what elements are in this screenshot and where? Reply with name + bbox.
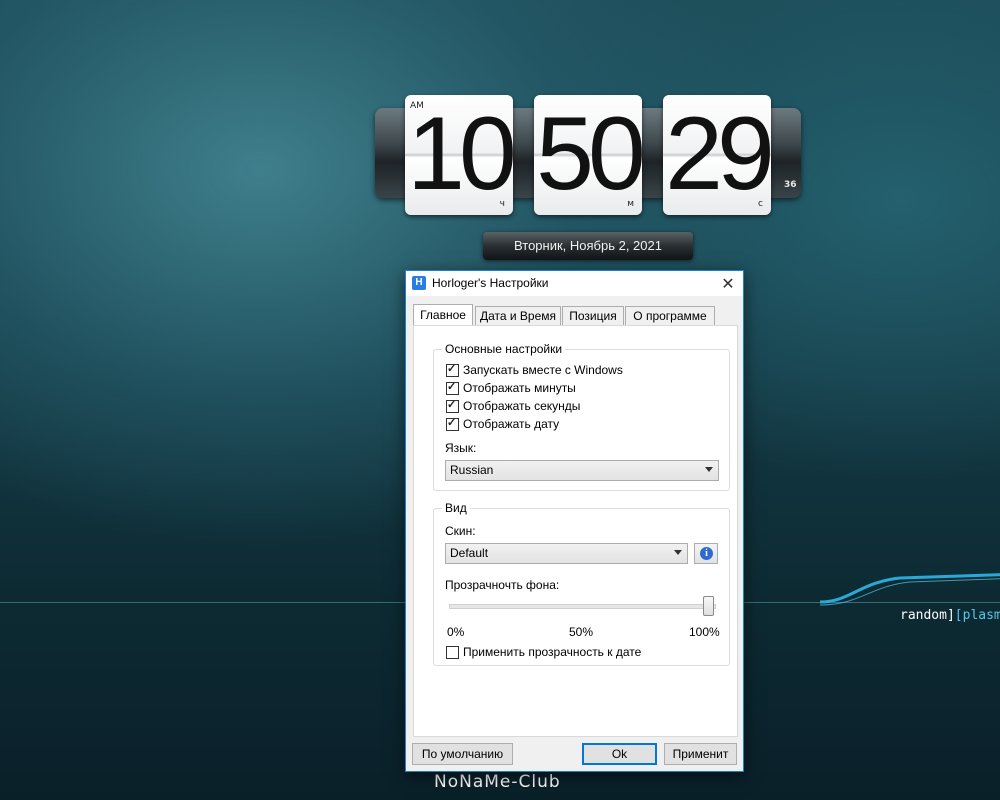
checkbox-label: Отображать секунды <box>463 399 581 413</box>
wallpaper-text: random][plasmid <box>900 608 1000 623</box>
dialog-title: Horloger's Настройки <box>432 276 549 290</box>
language-value: Russian <box>450 463 494 477</box>
settings-dialog: H Horloger's Настройки ✕ Главное Дата и … <box>405 270 744 772</box>
checkbox-label: Применить прозрачность к дате <box>463 645 642 659</box>
opacity-slider-thumb[interactable] <box>703 596 714 616</box>
close-button[interactable]: ✕ <box>713 271 743 296</box>
checkbox-box[interactable] <box>446 398 459 413</box>
chevron-down-icon <box>674 550 682 555</box>
skin-label: Скин: <box>445 524 476 538</box>
minutes-card: 50 м <box>534 95 642 215</box>
checkbox-label: Отображать дату <box>463 417 560 431</box>
skin-info-button[interactable]: i <box>694 543 718 564</box>
opacity-slider-track[interactable] <box>449 604 716 609</box>
minutes-unit: м <box>627 199 634 209</box>
language-select[interactable]: Russian <box>445 460 719 481</box>
tab-position[interactable]: Позиция <box>562 306 624 325</box>
scale-mid-label: 50% <box>569 625 594 639</box>
app-icon: H <box>412 276 426 290</box>
tab-date-time[interactable]: Дата и Время <box>475 306 561 325</box>
seconds-unit: с <box>758 199 763 209</box>
watermark: NoNaMe-Club <box>434 772 561 792</box>
checkbox-box[interactable] <box>446 646 459 659</box>
tab-panel-general: Основные настройки Запускать вместе с Wi… <box>413 325 738 737</box>
seconds-card: 29 с <box>663 95 771 215</box>
checkbox-label: Отображать минуты <box>463 381 576 395</box>
opacity-label: Прозрачночть фона: <box>445 578 560 592</box>
scale-max-label: 100% <box>689 625 720 639</box>
defaults-button[interactable]: По умолчанию <box>412 743 513 765</box>
wallpaper-swoosh <box>820 573 1000 606</box>
milliseconds-value: 36 <box>784 180 797 190</box>
hours-unit: ч <box>499 199 505 209</box>
basic-settings-title: Основные настройки <box>442 342 566 356</box>
title-bar[interactable]: H Horloger's Настройки ✕ <box>406 271 743 296</box>
skin-value: Default <box>450 546 489 560</box>
ok-button[interactable]: Ok <box>582 743 657 765</box>
tab-general[interactable]: Главное <box>413 304 473 325</box>
hours-card: AM 10 ч <box>405 95 513 215</box>
hours-value: 10 <box>407 96 513 212</box>
minutes-value: 50 <box>536 96 642 212</box>
checkbox-box[interactable] <box>446 380 459 395</box>
chevron-down-icon <box>705 467 713 472</box>
view-title: Вид <box>442 501 470 515</box>
skin-select[interactable]: Default <box>445 543 688 564</box>
apply-button[interactable]: Применит <box>664 743 737 765</box>
info-icon: i <box>700 547 713 560</box>
checkbox-box[interactable] <box>446 362 459 377</box>
tab-about[interactable]: О программе <box>625 306 715 325</box>
date-display: Вторник, Ноябрь 2, 2021 <box>483 232 693 260</box>
seconds-value: 29 <box>665 96 771 212</box>
language-label: Язык: <box>445 441 477 455</box>
checkbox-label: Запускать вместе с Windows <box>463 363 623 377</box>
checkbox-box[interactable] <box>446 416 459 431</box>
scale-min-label: 0% <box>447 625 465 639</box>
